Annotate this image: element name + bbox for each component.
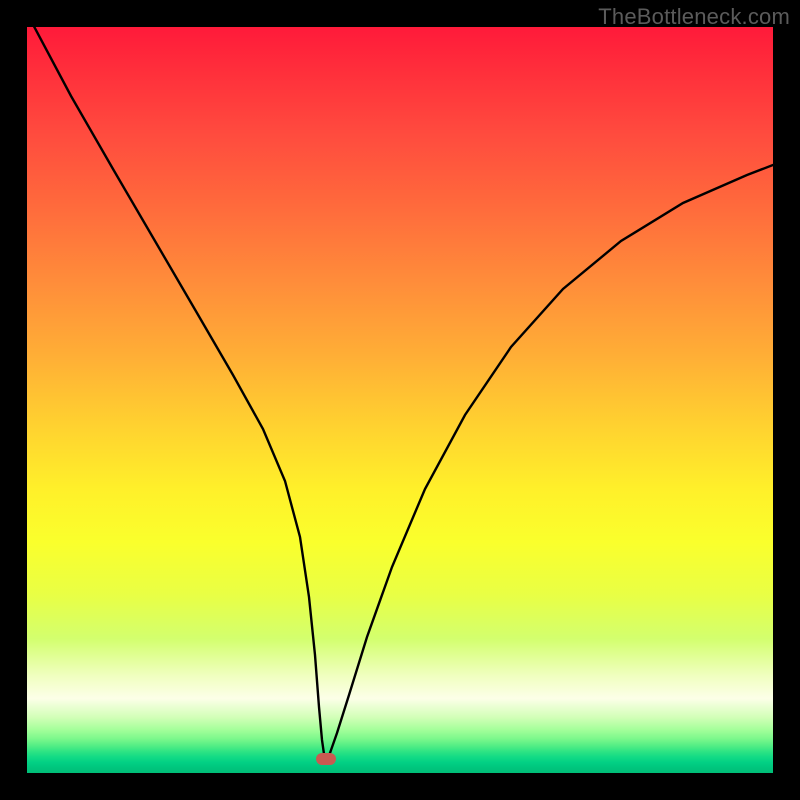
minimum-marker	[316, 753, 336, 765]
bottleneck-curve	[29, 27, 773, 759]
watermark-text: TheBottleneck.com	[598, 4, 790, 30]
plot-area	[27, 27, 773, 773]
curve-svg	[27, 27, 773, 773]
